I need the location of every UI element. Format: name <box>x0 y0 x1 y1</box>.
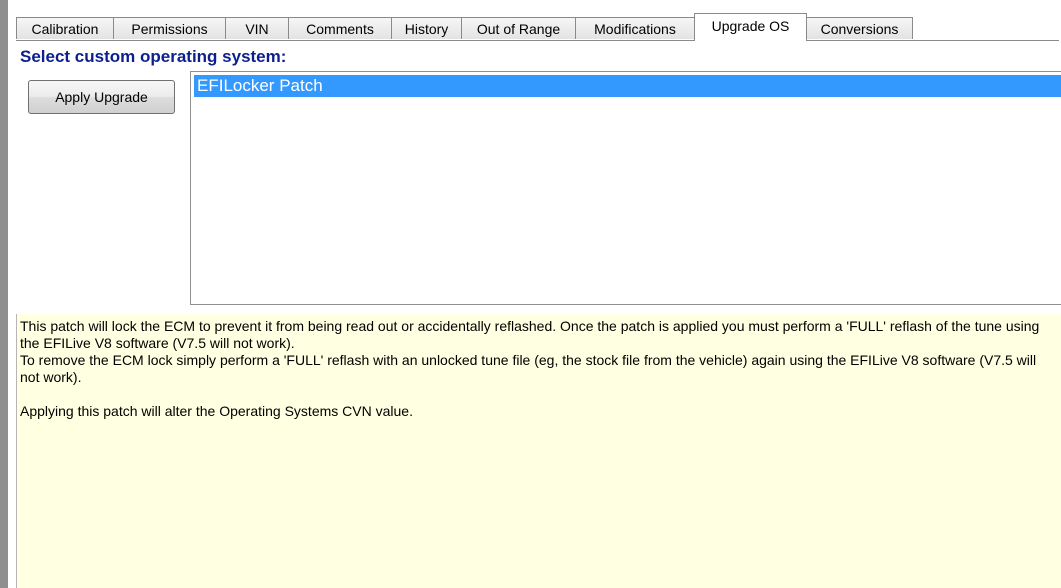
description-paragraph-3: Applying this patch will alter the Opera… <box>20 403 413 419</box>
os-listbox[interactable]: EFILocker Patch <box>190 71 1061 305</box>
tab-permissions[interactable]: Permissions <box>113 17 226 39</box>
tab-conversions[interactable]: Conversions <box>806 17 913 39</box>
list-item-efilocker-patch[interactable]: EFILocker Patch <box>194 75 1061 97</box>
tab-comments[interactable]: Comments <box>288 17 392 39</box>
description-panel: This patch will lock the ECM to prevent … <box>16 314 1061 588</box>
description-paragraph-2: To remove the ECM lock simply perform a … <box>20 352 1037 385</box>
tab-modifications[interactable]: Modifications <box>575 17 695 39</box>
apply-upgrade-button[interactable]: Apply Upgrade <box>28 80 175 114</box>
tab-out-of-range[interactable]: Out of Range <box>461 17 576 39</box>
tab-vin[interactable]: VIN <box>225 17 289 39</box>
tab-upgrade-os[interactable]: Upgrade OS <box>694 13 807 41</box>
tab-strip: Calibration Permissions VIN Comments His… <box>16 6 1059 41</box>
section-heading: Select custom operating system: <box>20 47 287 66</box>
upgrade-os-panel: Calibration Permissions VIN Comments His… <box>0 0 1061 588</box>
description-paragraph-1: This patch will lock the ECM to prevent … <box>20 318 1040 351</box>
tab-calibration[interactable]: Calibration <box>16 17 114 39</box>
tab-history[interactable]: History <box>391 17 462 39</box>
